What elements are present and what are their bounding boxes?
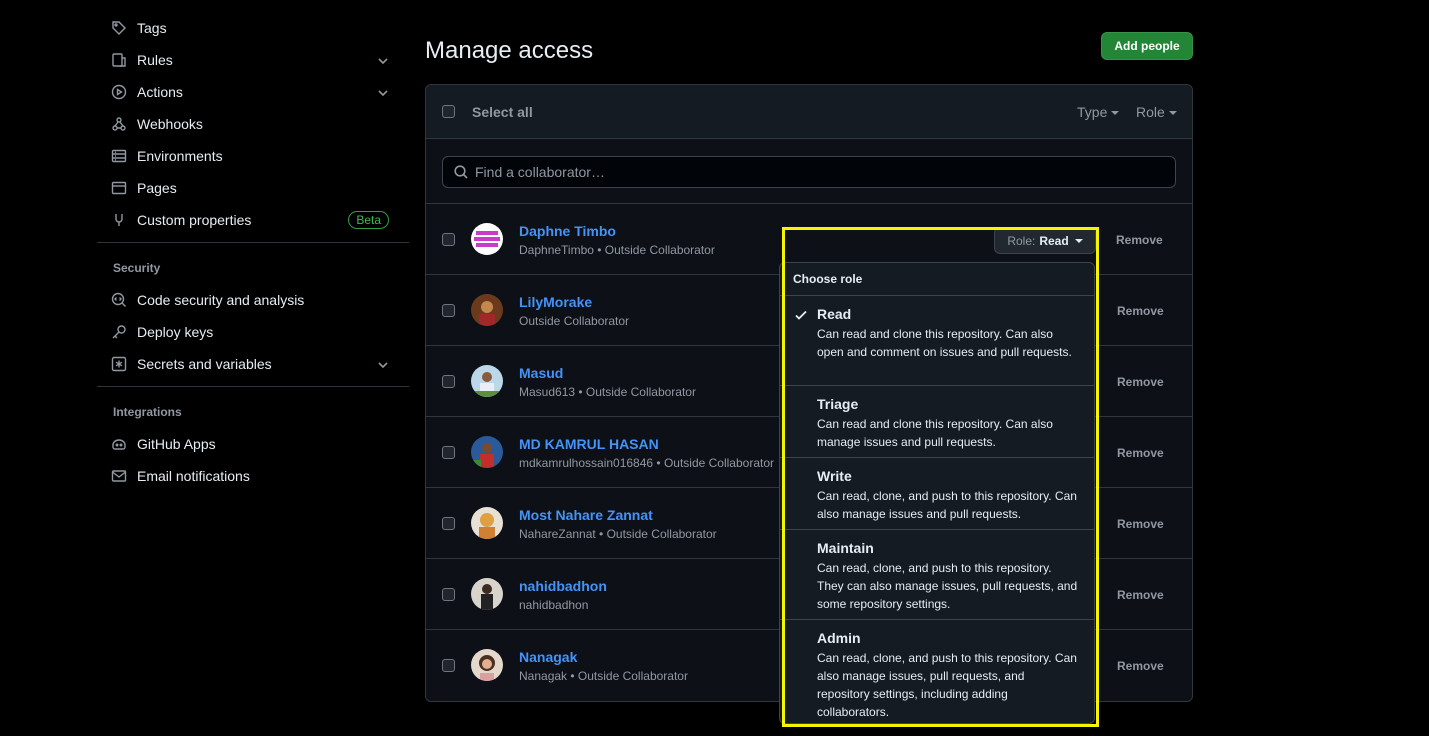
role-filter[interactable]: Role	[1136, 104, 1177, 120]
remove-button[interactable]: Remove	[1117, 517, 1164, 531]
sidebar-item-custom-properties[interactable]: Custom properties Beta	[111, 206, 393, 234]
role-filter-label: Role	[1136, 104, 1165, 120]
select-all-checkbox[interactable]	[442, 105, 455, 118]
key-icon	[111, 324, 127, 340]
collaborator-name[interactable]: Most Nahare Zannat	[519, 507, 653, 523]
collaborator-name[interactable]: LilyMorake	[519, 294, 592, 310]
search-box[interactable]	[442, 156, 1176, 188]
avatar	[471, 578, 503, 610]
avatar	[471, 294, 503, 326]
remove-button[interactable]: Remove	[1117, 304, 1164, 318]
caret-down-icon	[1168, 111, 1177, 116]
avatar	[471, 365, 503, 397]
row-checkbox[interactable]	[442, 375, 455, 388]
server-icon	[111, 148, 127, 164]
integrations-section-title: Integrations	[113, 405, 182, 419]
collaborator-name[interactable]: nahidbadhon	[519, 578, 607, 594]
codescan-icon	[111, 292, 127, 308]
search-icon	[454, 165, 468, 179]
chevron-down-icon[interactable]	[377, 358, 389, 370]
sidebar-item-label: GitHub Apps	[137, 436, 216, 452]
settings-sidebar: Tags Rules Actions Webhooks Environments…	[97, 0, 409, 736]
collaborator-meta: Nanagak • Outside Collaborator	[519, 669, 688, 683]
collaborator-meta: NahareZannat • Outside Collaborator	[519, 527, 717, 541]
type-filter[interactable]: Type	[1077, 104, 1120, 120]
collaborator-name[interactable]: Nanagak	[519, 649, 577, 665]
panel-header: Select all Type Role	[426, 85, 1192, 139]
sidebar-item-label: Secrets and variables	[137, 356, 272, 372]
sidebar-item-actions[interactable]: Actions	[111, 78, 393, 106]
remove-button[interactable]: Remove	[1117, 588, 1164, 602]
sidebar-divider	[97, 386, 409, 387]
type-filter-label: Type	[1077, 104, 1108, 120]
row-checkbox[interactable]	[442, 304, 455, 317]
sidebar-item-github-apps[interactable]: GitHub Apps	[111, 430, 393, 458]
collaborator-name[interactable]: Masud	[519, 365, 563, 381]
collaborator-meta: Masud613 • Outside Collaborator	[519, 385, 696, 399]
chevron-down-icon[interactable]	[377, 86, 389, 98]
collaborator-meta: nahidbadhon	[519, 598, 589, 612]
collaborator-meta: mdkamrulhossain016846 • Outside Collabor…	[519, 456, 775, 470]
sidebar-item-environments[interactable]: Environments	[111, 142, 393, 170]
remove-button[interactable]: Remove	[1117, 446, 1164, 460]
collaborator-meta: Outside Collaborator	[519, 314, 630, 328]
sidebar-item-tags[interactable]: Tags	[111, 14, 393, 42]
collaborator-name[interactable]: Daphne Timbo	[519, 223, 616, 239]
sidebar-item-rules[interactable]: Rules	[111, 46, 393, 74]
select-all-label: Select all	[472, 104, 533, 120]
sidebar-item-pages[interactable]: Pages	[111, 174, 393, 202]
caret-down-icon	[1111, 111, 1120, 116]
remove-button[interactable]: Remove	[1117, 375, 1164, 389]
tag-icon	[111, 20, 127, 36]
page-title: Manage access	[425, 37, 594, 64]
search-input[interactable]	[475, 164, 1155, 180]
asterisk-icon	[111, 356, 127, 372]
mail-icon	[111, 468, 127, 484]
beta-badge: Beta	[348, 211, 389, 229]
webhook-icon	[111, 116, 127, 132]
add-people-button[interactable]: Add people	[1101, 32, 1193, 60]
sidebar-item-label: Actions	[137, 84, 183, 100]
row-checkbox[interactable]	[442, 517, 455, 530]
remove-button[interactable]: Remove	[1117, 659, 1164, 673]
avatar	[471, 223, 503, 255]
sidebar-item-label: Environments	[137, 148, 223, 164]
remove-button[interactable]: Remove	[1116, 233, 1163, 247]
rules-icon	[111, 52, 127, 68]
avatar	[471, 507, 503, 539]
note-icon	[111, 212, 127, 228]
sidebar-item-code-security[interactable]: Code security and analysis	[111, 286, 393, 314]
collaborator-name[interactable]: MD KAMRUL HASAN	[519, 436, 659, 452]
sidebar-item-deploy-keys[interactable]: Deploy keys	[111, 318, 393, 346]
avatar	[471, 436, 503, 468]
sidebar-item-label: Webhooks	[137, 116, 203, 132]
chevron-down-icon[interactable]	[377, 54, 389, 66]
sidebar-item-label: Deploy keys	[137, 324, 214, 340]
sidebar-item-label: Rules	[137, 52, 173, 68]
sidebar-divider	[97, 242, 409, 243]
sidebar-item-label: Email notifications	[137, 468, 250, 484]
sidebar-item-email-notifications[interactable]: Email notifications	[111, 462, 393, 490]
play-icon	[111, 84, 127, 100]
row-checkbox[interactable]	[442, 588, 455, 601]
avatar	[471, 649, 503, 681]
row-checkbox[interactable]	[442, 446, 455, 459]
highlight-box	[782, 227, 1099, 727]
security-section-title: Security	[113, 261, 161, 275]
row-checkbox[interactable]	[442, 659, 455, 672]
sidebar-item-label: Tags	[137, 20, 167, 36]
collaborator-meta: DaphneTimbo • Outside Collaborator	[519, 243, 715, 257]
row-checkbox[interactable]	[442, 233, 455, 246]
app-icon	[111, 436, 127, 452]
search-section	[426, 139, 1192, 204]
sidebar-item-webhooks[interactable]: Webhooks	[111, 110, 393, 138]
sidebar-item-label: Custom properties	[137, 212, 252, 228]
sidebar-item-label: Pages	[137, 180, 177, 196]
browser-icon	[111, 180, 127, 196]
sidebar-item-label: Code security and analysis	[137, 292, 305, 308]
sidebar-item-secrets[interactable]: Secrets and variables	[111, 350, 393, 378]
